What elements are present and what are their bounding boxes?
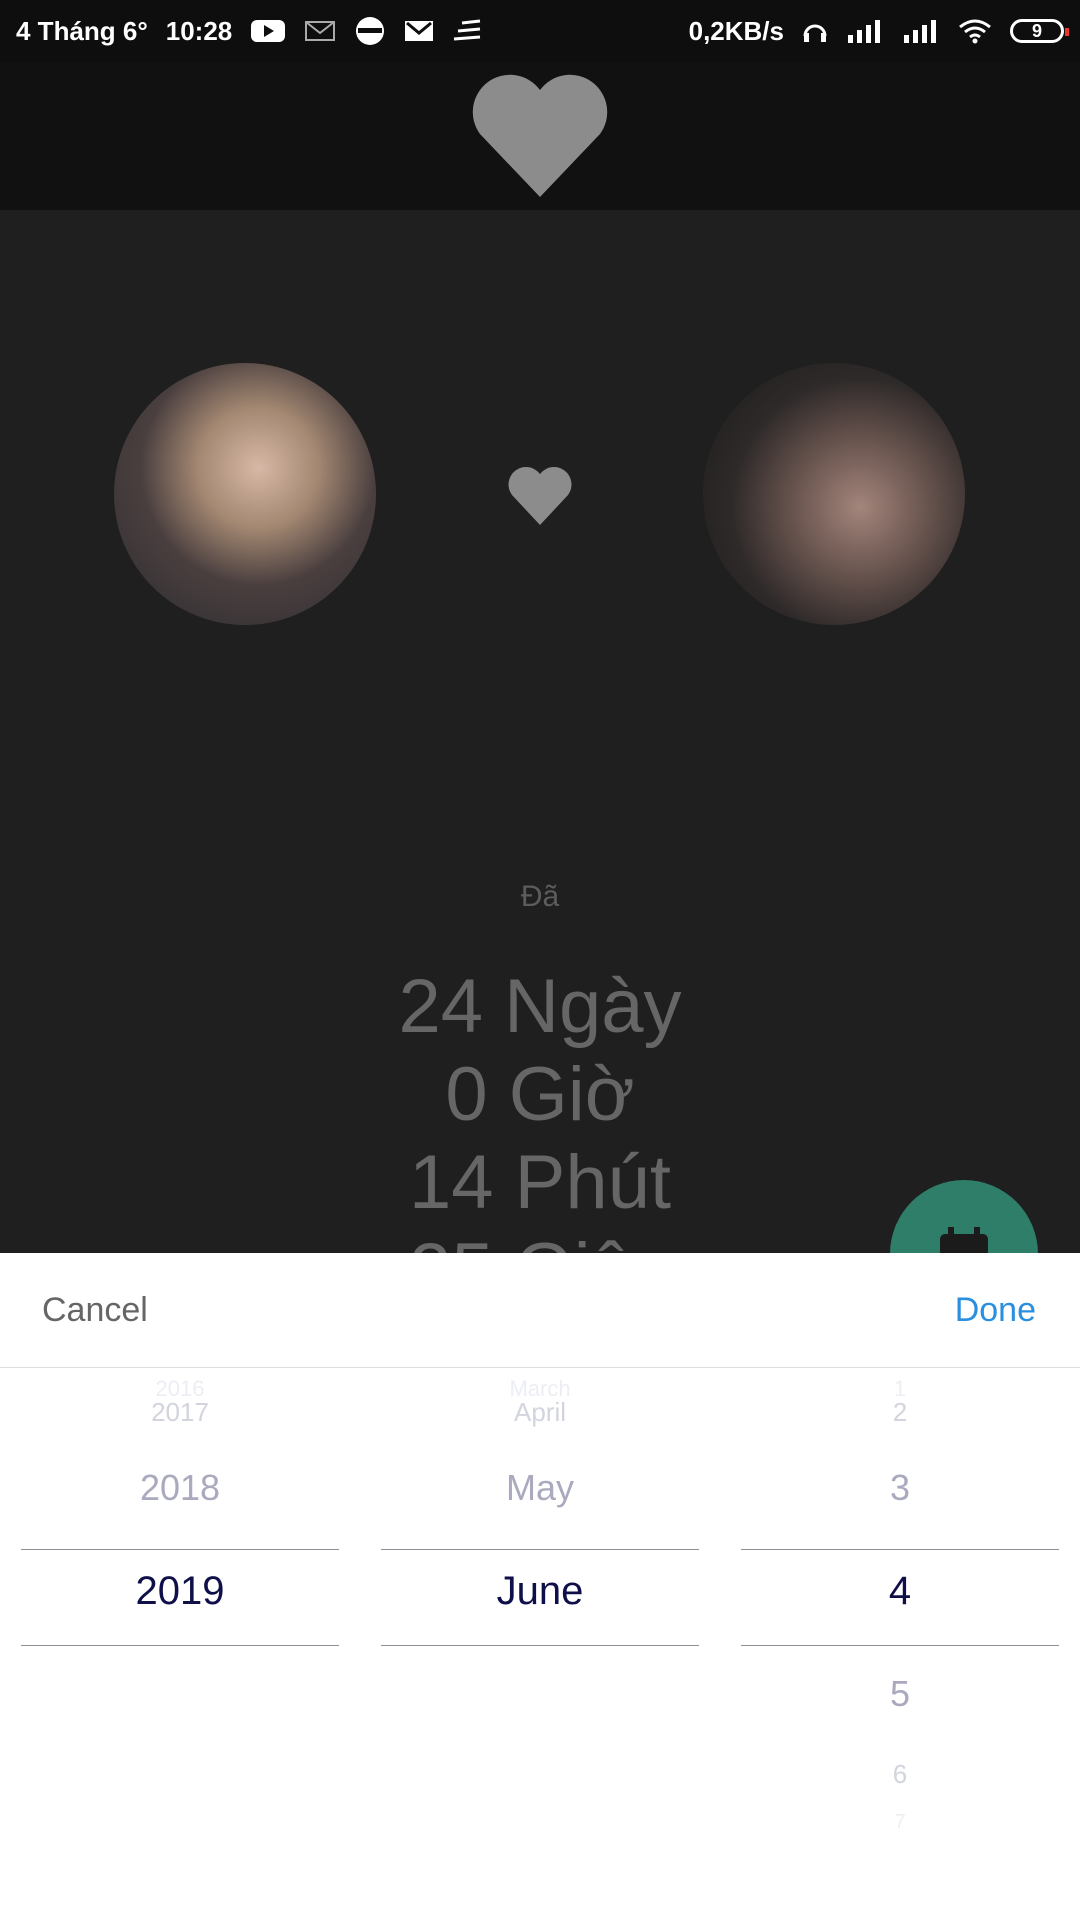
year-option[interactable]: 2018 xyxy=(21,1467,339,1509)
year-selected[interactable]: 2019 xyxy=(21,1569,339,1614)
status-right: 0,2KB/s 9 xyxy=(688,15,1069,47)
day-option[interactable]: 3 xyxy=(741,1467,1059,1509)
youtube-icon xyxy=(250,18,286,44)
date-picker-sheet: Cancel Done 2016 2017 2018 2019 March Ap… xyxy=(0,1253,1080,1920)
headphones-icon xyxy=(802,18,828,44)
month-option[interactable]: March xyxy=(381,1367,699,1399)
month-wheel[interactable]: March April May June xyxy=(381,1367,699,1920)
mail-icon xyxy=(304,19,336,43)
month-option[interactable]: May xyxy=(381,1467,699,1509)
picker-toolbar: Cancel Done xyxy=(0,1253,1080,1368)
cancel-button[interactable]: Cancel xyxy=(42,1291,148,1330)
selection-divider xyxy=(21,1645,339,1646)
avatar-right[interactable] xyxy=(703,363,965,625)
net-speed: 0,2KB/s xyxy=(688,15,784,46)
selection-divider xyxy=(381,1645,699,1646)
day-option[interactable]: 1 xyxy=(741,1367,1059,1399)
year-option[interactable]: 2017 xyxy=(21,1397,339,1428)
month-selected[interactable]: June xyxy=(381,1569,699,1614)
counter-hours: 0 Giờ xyxy=(445,1052,635,1137)
day-option[interactable]: 6 xyxy=(741,1759,1059,1790)
day-option[interactable]: 2 xyxy=(741,1397,1059,1428)
menu-lines-icon xyxy=(452,19,482,43)
selection-divider xyxy=(741,1645,1059,1646)
battery-icon: 9 xyxy=(1010,19,1069,43)
year-option[interactable]: 2016 xyxy=(21,1367,339,1399)
app-icon xyxy=(354,15,386,47)
gmail-icon xyxy=(404,19,434,43)
selection-divider xyxy=(21,1549,339,1550)
heart-icon[interactable] xyxy=(470,72,610,202)
year-wheel[interactable]: 2016 2017 2018 2019 xyxy=(21,1367,339,1920)
day-selected[interactable]: 4 xyxy=(741,1569,1059,1614)
month-option[interactable]: April xyxy=(381,1397,699,1428)
day-option[interactable]: 5 xyxy=(741,1673,1059,1715)
day-option[interactable]: 7 xyxy=(741,1811,1059,1834)
counter-days: 24 Ngày xyxy=(398,964,682,1049)
status-time: 10:28 xyxy=(165,15,233,46)
status-bar: 4 Tháng 6° 10:28 0,2KB/s 9 xyxy=(0,0,1080,62)
done-button[interactable]: Done xyxy=(955,1291,1036,1330)
heart-icon xyxy=(508,467,572,525)
counter-prefix: Đã xyxy=(520,880,560,913)
status-left: 4 Tháng 6° 10:28 xyxy=(16,15,482,47)
selection-divider xyxy=(381,1549,699,1550)
wifi-icon xyxy=(958,18,992,44)
status-date: 4 Tháng 6° xyxy=(16,15,148,46)
avatar-left[interactable] xyxy=(114,363,376,625)
signal-icon xyxy=(902,19,940,43)
selection-divider xyxy=(741,1549,1059,1550)
signal-icon xyxy=(846,19,884,43)
day-wheel[interactable]: 1 2 3 4 5 6 7 xyxy=(741,1367,1059,1920)
